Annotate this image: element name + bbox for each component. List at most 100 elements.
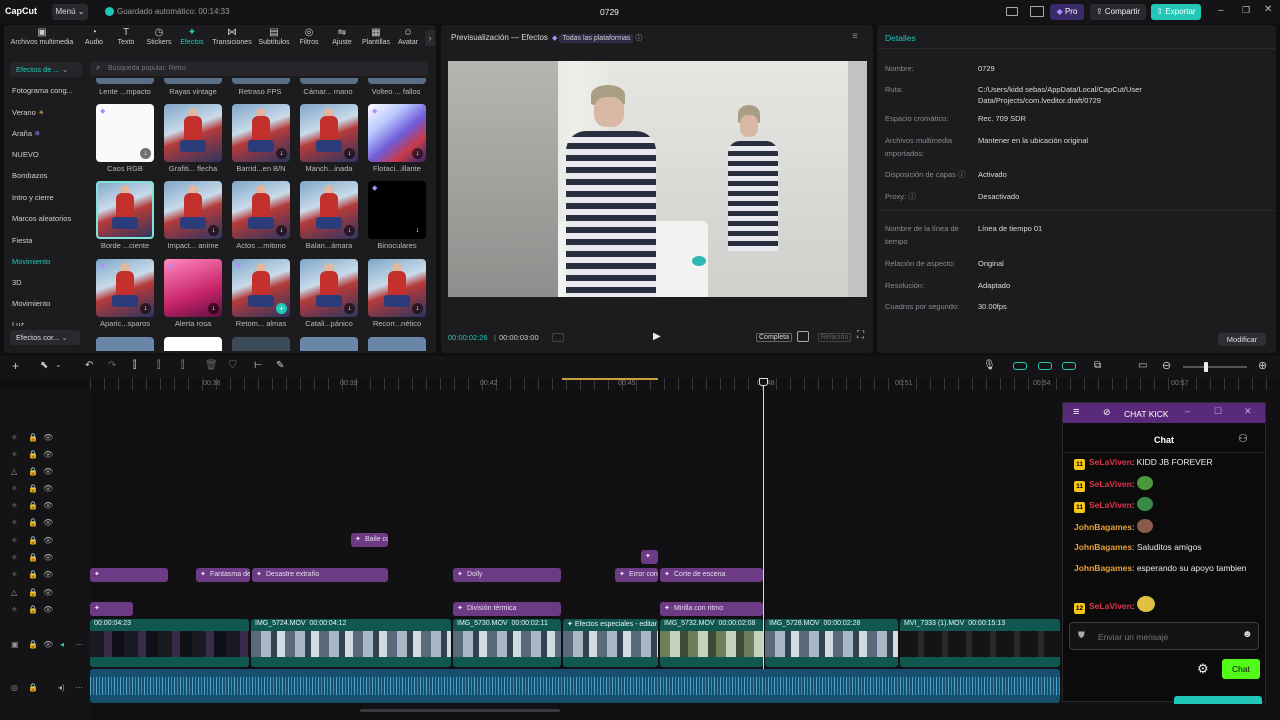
eye-icon[interactable]: 👁: [43, 605, 53, 614]
lock-icon[interactable]: 🔒: [28, 553, 38, 562]
platform-badge[interactable]: ◆ Todas las plataformas ⓘ: [552, 33, 642, 43]
snapshot-icon[interactable]: [797, 331, 809, 342]
maximize-icon[interactable]: ☐: [1214, 406, 1222, 417]
add-icon[interactable]: +: [276, 303, 287, 314]
tab-transitions[interactable]: ⋈ Transiciones: [210, 27, 254, 49]
video-clip[interactable]: IMG_5724.MOV 00:00:04:12: [251, 619, 451, 667]
hamburger-icon[interactable]: ≡: [1073, 406, 1079, 418]
close-icon[interactable]: ✕: [1244, 406, 1252, 417]
effect-thumbnail[interactable]: ↓: [300, 259, 358, 317]
split-icon[interactable]: ⫿: [133, 360, 136, 371]
tab-stickers[interactable]: ◷ Stickers: [142, 27, 176, 49]
preview-axis-icon[interactable]: ▭: [1138, 360, 1147, 371]
undo-icon[interactable]: ↶: [85, 360, 93, 371]
floating-notification[interactable]: [1174, 696, 1262, 704]
effect-clip[interactable]: Corte de escena: [660, 568, 763, 582]
effect-clip[interactable]: [90, 568, 168, 582]
eye-icon[interactable]: 👁: [43, 501, 53, 510]
effect-thumbnail[interactable]: [300, 78, 358, 84]
preview-menu-icon[interactable]: ≡: [852, 31, 858, 42]
more-icon[interactable]: ⋯: [75, 640, 83, 649]
chat-input[interactable]: [1098, 630, 1228, 644]
effect-clip[interactable]: Baile co: [351, 533, 388, 547]
effect-clip[interactable]: Dolly: [453, 568, 561, 582]
effect-thumbnail[interactable]: ◆ ↓: [96, 104, 154, 162]
effect-clip[interactable]: [641, 550, 658, 564]
lock-icon[interactable]: 🔒: [28, 640, 38, 649]
redo-icon[interactable]: ↷: [108, 360, 116, 371]
close-icon[interactable]: ✕: [1264, 4, 1272, 15]
lock-icon[interactable]: 🔒: [28, 588, 38, 597]
chat-username[interactable]: SeLaViven: [1089, 457, 1132, 467]
lock-icon[interactable]: 🔒: [28, 518, 38, 527]
layout-icon[interactable]: [1006, 7, 1018, 16]
select-tool-icon[interactable]: ⬉: [40, 360, 48, 371]
lock-icon[interactable]: 🔒: [28, 433, 38, 442]
category-item[interactable]: Fiesta: [12, 236, 32, 245]
tab-effects[interactable]: ✦ Efectos: [176, 27, 208, 49]
effect-thumbnail[interactable]: [96, 181, 154, 239]
audio-clip[interactable]: [90, 669, 1060, 703]
eye-icon[interactable]: 👁: [43, 518, 53, 527]
snap-icon[interactable]: [1062, 362, 1076, 370]
tab-filters[interactable]: ◎ Filtros: [294, 27, 324, 49]
minimize-icon[interactable]: –: [1185, 406, 1190, 416]
effects-category-dropdown[interactable]: Efectos de ... ⌄: [10, 62, 82, 77]
export-button[interactable]: ⇧ Exportar: [1151, 4, 1201, 20]
eye-icon[interactable]: 👁: [43, 553, 53, 562]
more-icon[interactable]: ⋯: [75, 683, 83, 692]
effect-thumbnail[interactable]: [164, 337, 222, 351]
add-track-icon[interactable]: +: [12, 359, 19, 373]
tab-text[interactable]: T Texto: [110, 27, 142, 49]
modify-button[interactable]: Modificar: [1218, 333, 1266, 346]
effect-thumbnail[interactable]: [96, 337, 154, 351]
eye-icon[interactable]: 👁: [43, 450, 53, 459]
lock-icon[interactable]: 🔒: [28, 467, 38, 476]
effect-thumbnail[interactable]: [96, 78, 154, 84]
category-item[interactable]: 3D: [12, 278, 22, 287]
chat-username[interactable]: SeLaViven: [1089, 601, 1132, 611]
minimize-icon[interactable]: –: [1218, 5, 1224, 16]
effect-thumbnail[interactable]: ↓: [232, 181, 290, 239]
maximize-icon[interactable]: ❐: [1242, 5, 1250, 16]
effect-thumbnail[interactable]: [164, 104, 222, 162]
audio-on-icon[interactable]: ◂: [60, 640, 64, 649]
effect-thumbnail[interactable]: [232, 337, 290, 351]
category-item[interactable]: Fotograma cong...: [12, 86, 73, 95]
tab-audio[interactable]: ◔ Audio: [80, 27, 108, 49]
chevron-down-icon[interactable]: ⌄: [55, 360, 62, 369]
effect-thumbnail[interactable]: ↓: [368, 259, 426, 317]
effect-thumbnail[interactable]: ◆ ↓: [164, 259, 222, 317]
chat-username[interactable]: SeLaViven: [1089, 479, 1132, 489]
zoom-slider-handle[interactable]: [1204, 362, 1208, 372]
video-clip[interactable]: MVI_7333 (1).MOV 00:00:15:13: [900, 619, 1060, 667]
category-item-active[interactable]: Movimiento: [12, 257, 50, 266]
effect-clip[interactable]: División térmica: [453, 602, 561, 616]
lock-icon[interactable]: 🔒: [28, 683, 38, 692]
zoom-slider[interactable]: [1183, 366, 1247, 368]
effects-sub-dropdown[interactable]: Efectos cor... ⌄: [10, 330, 80, 345]
effect-thumbnail[interactable]: ↓: [300, 104, 358, 162]
effect-thumbnail[interactable]: [232, 78, 290, 84]
effect-thumbnail[interactable]: ◆ ↓: [368, 181, 426, 239]
effect-thumbnail[interactable]: ◆ +: [232, 259, 290, 317]
tab-media[interactable]: ▣ Archivos multimedia: [4, 27, 80, 49]
link-icon[interactable]: [1013, 362, 1027, 370]
effect-thumbnail[interactable]: [300, 337, 358, 351]
playhead-handle[interactable]: [759, 378, 768, 386]
magnet-icon[interactable]: [1038, 362, 1052, 370]
lock-icon[interactable]: 🔒: [28, 450, 38, 459]
effect-thumbnail[interactable]: ◆ ↓: [96, 259, 154, 317]
search-bar[interactable]: ⌕: [90, 61, 428, 76]
zoom-out-icon[interactable]: ⊖: [1162, 359, 1171, 372]
pro-button[interactable]: ◆ Pro: [1050, 4, 1084, 20]
emoji-icon[interactable]: ☻: [1242, 629, 1253, 640]
lock-icon[interactable]: 🔒: [28, 570, 38, 579]
category-item[interactable]: Intro y cierre: [12, 193, 54, 202]
split-right-icon[interactable]: ⫿: [181, 360, 184, 371]
chat-username[interactable]: JohnBagames: [1074, 542, 1132, 552]
timeline-ruler[interactable]: [90, 378, 1280, 390]
eye-icon[interactable]: 👁: [43, 570, 53, 579]
lock-icon[interactable]: 🔒: [28, 501, 38, 510]
category-item[interactable]: Movimiento: [12, 299, 50, 308]
